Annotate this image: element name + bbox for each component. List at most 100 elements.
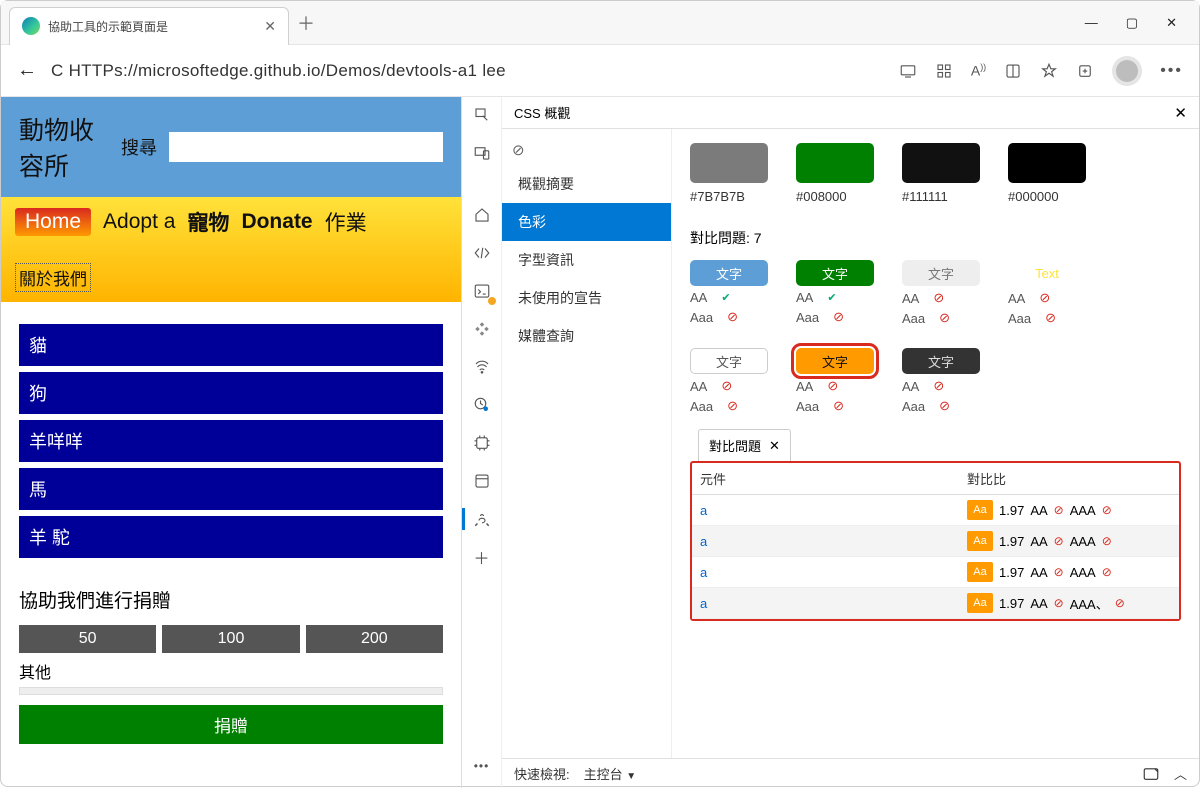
devtools-menu-icon[interactable]: ••• bbox=[470, 754, 494, 778]
inspect-element-icon[interactable] bbox=[470, 103, 494, 127]
close-tab-icon[interactable]: ✕ bbox=[264, 18, 276, 35]
main-area: 動物收容所 搜尋 Home Adopt a 寵物 Donate 作業 關於我們 … bbox=[1, 97, 1199, 788]
drawer-collapse-icon[interactable]: ︿ bbox=[1174, 764, 1187, 783]
contrast-card[interactable]: 文字AA✔Aaa⊘ bbox=[690, 260, 768, 326]
favorite-icon[interactable] bbox=[1040, 62, 1058, 80]
table-row[interactable]: a Aa 1.97 AA⊘ AAA⊘ bbox=[692, 557, 1179, 588]
elements-icon[interactable] bbox=[470, 241, 494, 265]
rendered-page: 動物收容所 搜尋 Home Adopt a 寵物 Donate 作業 關於我們 … bbox=[1, 97, 461, 788]
donate-200-button[interactable]: 200 bbox=[306, 625, 443, 653]
list-item[interactable]: 羊咩咩 bbox=[19, 420, 443, 462]
nav-adopt[interactable]: Adopt a bbox=[103, 210, 175, 234]
other-amount-label: 其他 bbox=[19, 659, 443, 683]
contrast-card[interactable]: 文字AA⊘Aaa⊘ bbox=[902, 348, 980, 414]
donate-50-button[interactable]: 50 bbox=[19, 625, 156, 653]
search-label: 搜尋 bbox=[121, 134, 157, 160]
donate-heading: 協助我們進行捐贈 bbox=[19, 586, 443, 613]
element-link: a bbox=[700, 503, 707, 518]
css-overview-icon[interactable] bbox=[470, 507, 494, 531]
urlbar: ← C HTTPs://microsoftedge.github.io/Demo… bbox=[1, 45, 1199, 97]
donate-100-button[interactable]: 100 bbox=[162, 625, 299, 653]
contrast-badge: 文字 bbox=[690, 260, 768, 286]
drawer-console-tab[interactable]: 主控台 ▼ bbox=[584, 764, 637, 783]
network-icon[interactable] bbox=[470, 355, 494, 379]
edge-favicon bbox=[22, 17, 40, 35]
reader-icon[interactable] bbox=[1004, 62, 1022, 80]
screencast-icon[interactable] bbox=[899, 62, 917, 80]
devtools-panel: CSS 概觀 ✕ ⊘ 概觀摘要 色彩 字型資訊 未使用的宣告 媒體查詢 #7B7… bbox=[501, 97, 1199, 788]
contrast-issues-table: 元件 對比比 a Aa 1.97 AA⊘ AAA⊘ a Aa 1.97 AA⊘ … bbox=[692, 463, 1179, 619]
apps-icon[interactable] bbox=[935, 62, 953, 80]
list-item[interactable]: 貓 bbox=[19, 324, 443, 366]
sources-icon[interactable] bbox=[470, 317, 494, 341]
new-tab-button[interactable]: ＋ bbox=[297, 10, 315, 36]
contrast-card[interactable]: 文字AA⊘Aaa⊘ bbox=[690, 348, 768, 414]
contrast-badge: 文字 bbox=[690, 348, 768, 374]
console-icon[interactable] bbox=[470, 279, 494, 303]
more-tools-icon[interactable]: ＋ bbox=[470, 545, 494, 569]
more-icon[interactable]: ••• bbox=[1160, 62, 1183, 80]
donate-submit-button[interactable]: 捐贈 bbox=[19, 705, 443, 744]
minimize-button[interactable]: — bbox=[1085, 15, 1098, 31]
nav-about[interactable]: 關於我們 bbox=[15, 263, 91, 292]
swatch[interactable]: #008000 bbox=[796, 143, 874, 204]
application-icon[interactable] bbox=[470, 469, 494, 493]
table-row[interactable]: a Aa 1.97 AA⊘ AAA⊘ bbox=[692, 495, 1179, 526]
color-swatches: #7B7B7B #008000 #111111 #000000 bbox=[690, 143, 1181, 204]
profile-avatar[interactable] bbox=[1112, 56, 1142, 86]
contrast-issues-tab[interactable]: 對比問題 ✕ bbox=[698, 429, 791, 461]
maximize-button[interactable]: ▢ bbox=[1126, 15, 1138, 31]
sidebar-item-unused[interactable]: 未使用的宣告 bbox=[502, 279, 671, 317]
contrast-card[interactable]: 文字AA✔Aaa⊘ bbox=[796, 260, 874, 326]
welcome-icon[interactable] bbox=[470, 203, 494, 227]
search-input[interactable] bbox=[169, 132, 443, 162]
nav-home[interactable]: Home bbox=[15, 208, 91, 236]
other-amount-input[interactable] bbox=[19, 687, 443, 695]
contrast-badge: 文字 bbox=[796, 348, 874, 374]
animal-list: 貓 狗 羊咩咩 馬 羊 駝 bbox=[19, 324, 443, 558]
swatch[interactable]: #7B7B7B bbox=[690, 143, 768, 204]
table-row[interactable]: a Aa 1.97 AA⊘ AAA⊘ bbox=[692, 526, 1179, 557]
address-text[interactable]: C HTTPs://microsoftedge.github.io/Demos/… bbox=[51, 61, 885, 81]
clear-overview-icon[interactable]: ⊘ bbox=[502, 135, 671, 165]
site-title: 動物收容所 bbox=[19, 111, 109, 183]
contrast-card[interactable]: 文字AA⊘Aaa⊘ bbox=[902, 260, 980, 326]
swatch[interactable]: #000000 bbox=[1008, 143, 1086, 204]
close-window-button[interactable]: ✕ bbox=[1166, 15, 1177, 31]
nav-donate[interactable]: Donate bbox=[241, 210, 312, 234]
contrast-card[interactable]: 文字AA⊘Aaa⊘ bbox=[796, 348, 874, 414]
sidebar-item-media[interactable]: 媒體查詢 bbox=[502, 317, 671, 355]
back-button[interactable]: ← bbox=[17, 59, 37, 82]
sidebar-item-fonts[interactable]: 字型資訊 bbox=[502, 241, 671, 279]
col-ratio: 對比比 bbox=[959, 463, 1179, 495]
device-toggle-icon[interactable] bbox=[470, 141, 494, 165]
read-aloud-icon[interactable]: A)) bbox=[971, 62, 986, 79]
devtools-body: ⊘ 概觀摘要 色彩 字型資訊 未使用的宣告 媒體查詢 #7B7B7B #0080… bbox=[502, 129, 1199, 758]
titlebar: 協助工具的示範頁面是 ✕ ＋ — ▢ ✕ bbox=[1, 1, 1199, 45]
contrast-badge: 文字 bbox=[902, 260, 980, 286]
devtools-close-icon[interactable]: ✕ bbox=[1174, 104, 1187, 122]
table-row[interactable]: a Aa 1.97 AA⊘ AAA、⊘ bbox=[692, 588, 1179, 619]
close-tab-icon[interactable]: ✕ bbox=[769, 438, 780, 454]
browser-tab[interactable]: 協助工具的示範頁面是 ✕ bbox=[9, 7, 289, 45]
col-element: 元件 bbox=[692, 463, 959, 495]
list-item[interactable]: 羊 駝 bbox=[19, 516, 443, 558]
drawer-issues-icon[interactable] bbox=[1142, 765, 1160, 783]
collections-icon[interactable] bbox=[1076, 62, 1094, 80]
swatch[interactable]: #111111 bbox=[902, 143, 980, 204]
css-overview-sidebar: ⊘ 概觀摘要 色彩 字型資訊 未使用的宣告 媒體查詢 bbox=[502, 129, 672, 758]
sidebar-item-colors[interactable]: 色彩 bbox=[502, 203, 671, 241]
memory-icon[interactable] bbox=[470, 431, 494, 455]
nav-jobs[interactable]: 作業 bbox=[325, 207, 367, 237]
contrast-issues-heading: 對比問題: 7 bbox=[690, 228, 1181, 248]
list-item[interactable]: 馬 bbox=[19, 468, 443, 510]
url-actions: A)) ••• bbox=[899, 56, 1183, 86]
main-nav: Home Adopt a 寵物 Donate 作業 關於我們 bbox=[1, 197, 461, 302]
sidebar-item-summary[interactable]: 概觀摘要 bbox=[502, 165, 671, 203]
contrast-badge: Text bbox=[1008, 260, 1086, 286]
list-item[interactable]: 狗 bbox=[19, 372, 443, 414]
sample-badge: Aa bbox=[967, 500, 993, 520]
nav-pets[interactable]: 寵物 bbox=[187, 207, 229, 237]
performance-icon[interactable] bbox=[470, 393, 494, 417]
contrast-card[interactable]: TextAA⊘Aaa⊘ bbox=[1008, 260, 1086, 326]
